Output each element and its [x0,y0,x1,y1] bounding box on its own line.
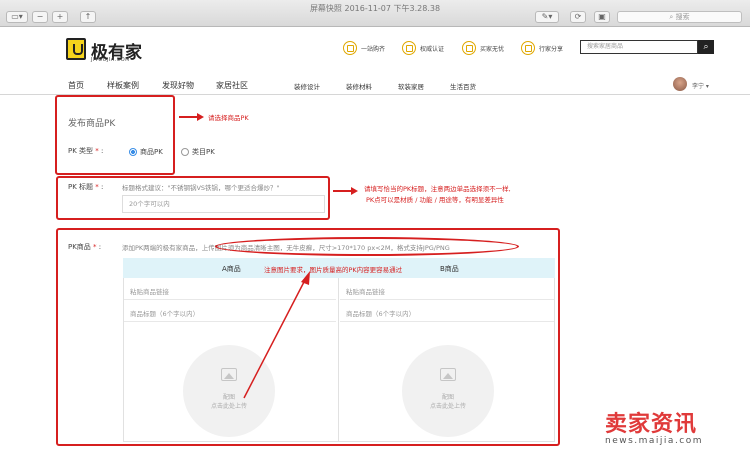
annotation-diagonal-head [301,271,310,285]
annotation-diagonal-arrow [243,271,310,399]
annotation-diagonal-line [243,279,306,399]
watermark-url: news.maijia.com [605,436,704,446]
watermark-logo: 卖家资讯 [605,412,698,437]
